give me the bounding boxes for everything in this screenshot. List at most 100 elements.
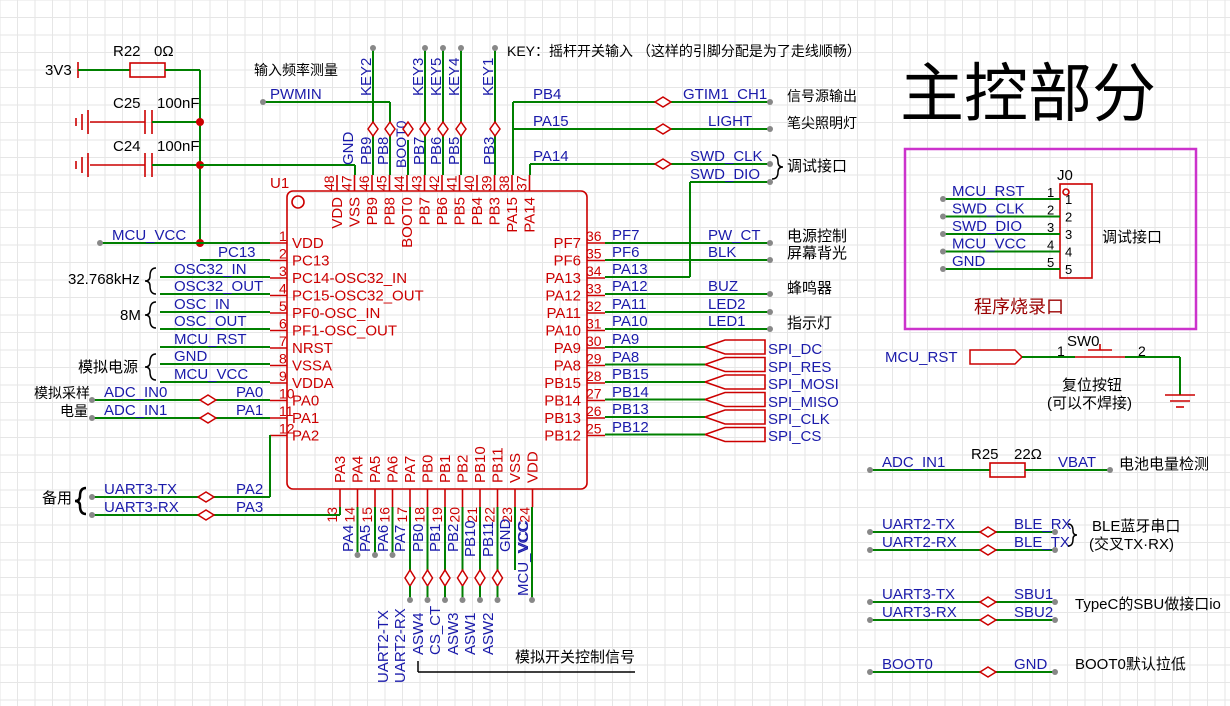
pin-number: 34 — [586, 263, 602, 279]
net-spi-miso: SPI_MISO — [768, 394, 839, 411]
note-spare: 备用 — [42, 490, 72, 507]
debug-pin: 3 — [1047, 220, 1054, 235]
sbu2: SBU2 — [1014, 604, 1053, 621]
power-section: 3V3 R22 0Ω C25 100nF C24 100nF — [45, 43, 204, 247]
net-gtim1: GTIM1_CH1 — [683, 86, 767, 103]
pin-name: PA14 — [522, 197, 539, 233]
net-gnd-bottom: GND — [497, 519, 514, 553]
pin-name: PB3 — [487, 197, 504, 225]
pin-name: PB5 — [452, 197, 469, 225]
pin-name: PB13 — [544, 410, 581, 427]
pin-name: PA15 — [504, 197, 521, 233]
net-pa13: PA13 — [612, 261, 648, 278]
battery-note: 电池电量检测 — [1119, 456, 1209, 473]
pin-name: PA3 — [332, 456, 349, 483]
pin-name: PF6 — [553, 253, 581, 270]
pin-name: PB0 — [420, 455, 437, 483]
net-pa12: PA12 — [612, 278, 648, 295]
pin-number: 39 — [479, 175, 495, 191]
net-uart3-tx: UART3-TX — [104, 481, 177, 498]
pin-name: PB6 — [434, 197, 451, 225]
pin-number: 17 — [394, 507, 410, 523]
net-pa3: PA3 — [236, 499, 263, 516]
ble-rx: BLE_RX — [1014, 516, 1072, 533]
mcu-left-pins: 1 VDD2 PC133 PC14-OSC32_IN4 PC15-OSC32_OUT5 P… — [270, 228, 424, 445]
pin-number: 48 — [321, 175, 337, 191]
pin-name: PC15-OSC32_OUT — [292, 288, 424, 305]
pin-name: PB9 — [364, 197, 381, 225]
note-32k: 32.768kHz — [68, 271, 140, 288]
pin-number: 26 — [586, 403, 602, 419]
net-mcu-vcc-2: MCU_VCC — [174, 366, 248, 383]
note-buzzer: 蜂鸣器 — [787, 280, 832, 297]
net-asw3: ASW3 — [445, 612, 462, 655]
boot-net: BOOT0 — [882, 656, 933, 673]
pin-number: 47 — [339, 175, 355, 191]
net-swd-dio: SWD_DIO — [690, 166, 760, 183]
c25-value: 100nF — [157, 95, 200, 112]
pin-number: 28 — [586, 368, 602, 384]
ble-tx: BLE_TX — [1014, 534, 1070, 551]
net-pa4: PA4 — [340, 525, 357, 552]
pin-name: VDD — [292, 235, 324, 252]
pin-name: PA11 — [547, 305, 581, 322]
net-pa7: PA7 — [392, 525, 409, 552]
net-pa5: PA5 — [357, 525, 374, 552]
net-uart2-rx: UART2-RX — [392, 608, 409, 683]
net-pb14: PB14 — [612, 384, 649, 401]
pin-name: VDD — [329, 197, 346, 229]
pin-number: 35 — [586, 246, 602, 262]
pin-name: PA12 — [545, 288, 581, 305]
pin-number: 24 — [517, 507, 533, 523]
pin-number: 32 — [586, 298, 602, 314]
net-pa8: PA8 — [612, 349, 639, 366]
pin-name: PC14-OSC32_IN — [292, 270, 407, 287]
pin-name: PA1 — [292, 410, 319, 427]
pin-number: 42 — [426, 175, 442, 191]
net-led2: LED2 — [708, 296, 746, 313]
net-pa0: PA0 — [236, 384, 263, 401]
net-adc-in0: ADC_IN0 — [104, 384, 167, 401]
pin-number: 27 — [586, 386, 602, 402]
net-blk: BLK — [708, 244, 736, 261]
pin-number: 40 — [461, 175, 477, 191]
pin-name: BOOT0 — [399, 197, 416, 248]
pin-number: 8 — [279, 351, 287, 367]
net-spi-cs: SPI_CS — [768, 428, 821, 445]
net-pb0: PB0 — [410, 524, 427, 552]
net-pb12: PB12 — [612, 419, 649, 436]
pin-name: PC13 — [292, 253, 330, 270]
note-adc-2: 电量 — [60, 403, 88, 419]
net-key1: KEY1 — [480, 58, 497, 96]
pin-number: 7 — [279, 333, 287, 349]
net-pa1: PA1 — [236, 402, 263, 419]
pin-number: 2 — [279, 246, 287, 262]
pin-name: PB14 — [544, 393, 581, 410]
pin-number: 46 — [356, 175, 372, 191]
note-analog-power: 模拟电源 — [78, 359, 138, 376]
pin-name: PF7 — [553, 235, 581, 252]
net-mcu-vcc-bottom: MCU_VCC — [515, 522, 532, 596]
sbu1: SBU1 — [1014, 586, 1053, 603]
j0-ref: J0 — [1057, 167, 1073, 184]
j0-label: 调试接口 — [1102, 229, 1162, 246]
debug-pin: 2 — [1047, 203, 1054, 218]
pin-number: 36 — [586, 228, 602, 244]
pin-name: PF1-OSC_OUT — [292, 323, 397, 340]
r22-value: 0Ω — [154, 43, 174, 60]
pin-name: PA9 — [554, 340, 581, 357]
page-title: 主控部分 — [900, 58, 1156, 130]
net-key3: KEY3 — [410, 58, 427, 96]
pin-number: 37 — [514, 175, 530, 191]
sbu-section: UART3-TX UART3-RX SBU1 SBU2 TypeC的SBU做接口… — [867, 586, 1221, 626]
mcu-right-pins: 36 PF7 35 PF6 34 PA13 33 PA12 32 PA11 31 PA10 30 PA9 2… — [544, 228, 605, 445]
pin-number: 19 — [429, 507, 445, 523]
vbat-net: VBAT — [1058, 454, 1096, 471]
note-debug: 调试接口 — [787, 158, 847, 175]
pin-name: PB4 — [469, 197, 486, 225]
net-mcu-rst: MCU_RST — [174, 331, 247, 348]
ble-note-2: (交叉TX·RX) — [1089, 535, 1174, 553]
note-freq: 输入频率测量 — [254, 62, 338, 78]
note-signal: 信号源输出 — [787, 88, 857, 104]
c25-ref: C25 — [113, 95, 141, 112]
